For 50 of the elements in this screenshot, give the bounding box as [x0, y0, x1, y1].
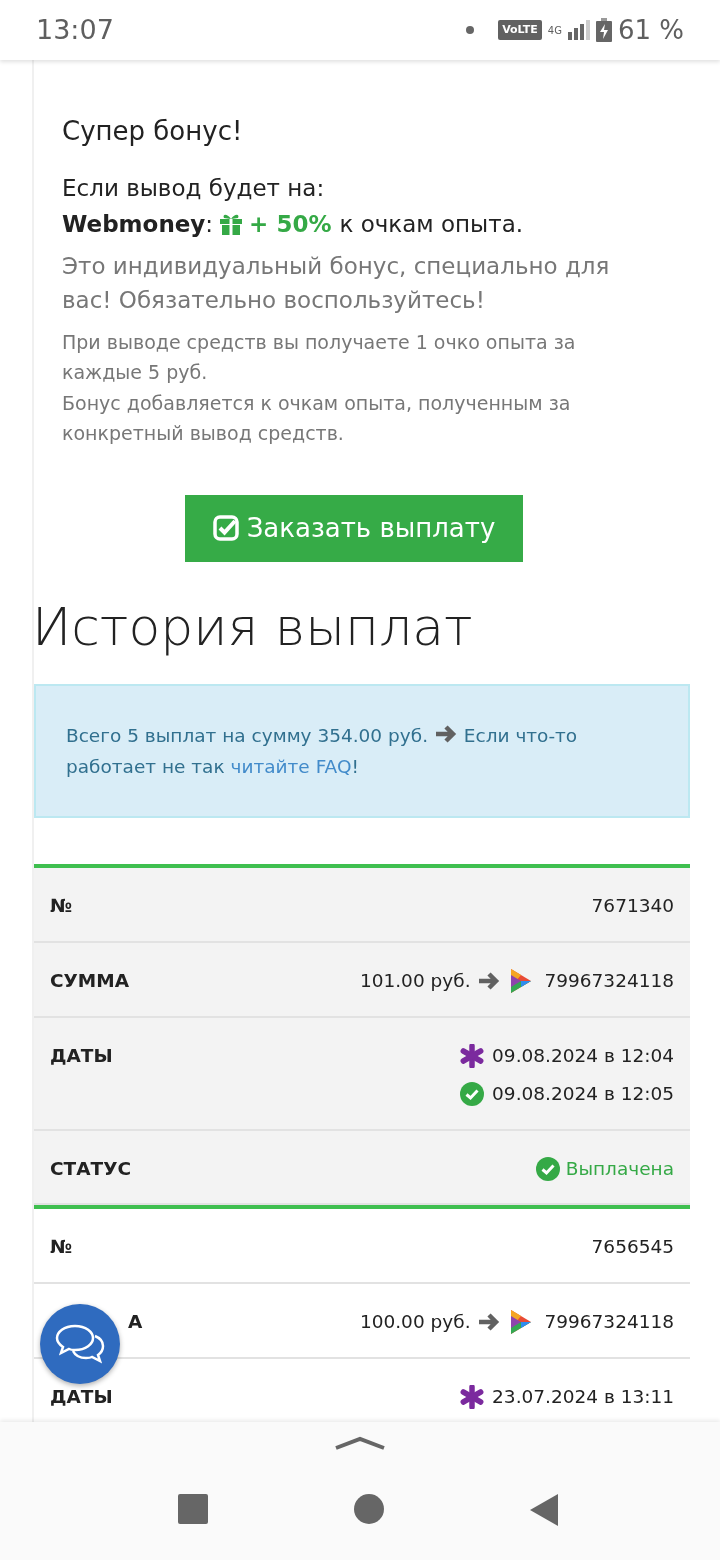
arrow-right-icon [476, 1312, 501, 1333]
payout-amount: 101.00 руб. [359, 969, 471, 994]
account-number: 79967324118 [544, 969, 674, 994]
payout-number: 7656545 [591, 1235, 674, 1260]
bonus-rule: Бонус добавляется к очкам опыта, полученным за конкретный вывод средств. [62, 390, 572, 447]
gift-icon [219, 213, 244, 236]
payout-status: Выплачена [565, 1156, 674, 1181]
notification-dot-icon [466, 26, 475, 34]
row-label: А [128, 1310, 143, 1335]
chat-bubbles-icon [55, 1323, 105, 1365]
back-button[interactable] [530, 1494, 558, 1526]
payment-method: Webmoney: [62, 209, 214, 239]
bonus-description: к очкам опыта. [339, 209, 524, 239]
personal-note: Это индивидуальный бонус, специально для вас! Обязательно воспользуйтесь! [62, 252, 611, 315]
swipe-handle-icon[interactable] [334, 1436, 386, 1450]
date-time: 09.08.2024 в 12:05 [492, 1081, 674, 1106]
bonus-value: + 50% [249, 209, 332, 239]
chat-button[interactable] [40, 1304, 120, 1384]
check-circle-icon [460, 1081, 485, 1106]
date-time: 09.08.2024 в 12:04 [492, 1044, 674, 1069]
order-payout-button[interactable]: Заказать выплату [184, 494, 524, 562]
faq-link[interactable]: читайте FAQ [230, 755, 352, 777]
row-label: СТАТУС [50, 1156, 131, 1181]
payout-number: 7671340 [591, 894, 674, 919]
status-time: 13:07 [36, 12, 114, 47]
asterisk-icon [460, 1385, 485, 1410]
bonus-rule: При выводе средств вы получаете 1 очко опыта за каждые 5 руб. [62, 329, 577, 386]
check-square-icon [212, 515, 239, 542]
info-text: Всего 5 выплат на сумму 354.00 руб. Если что-то работает не так читайте FAQ! [66, 722, 579, 779]
row-label: ДАТЫ [50, 1385, 113, 1410]
bonus-title: Супер бонус! [62, 115, 244, 148]
arrow-right-icon [476, 971, 501, 992]
battery-level: 61 % [617, 13, 684, 47]
history-title: История выплат [32, 595, 474, 659]
date-time: 23.07.2024 в 13:11 [492, 1385, 674, 1410]
row-label: СУММА [50, 969, 129, 994]
arrow-right-icon [433, 723, 458, 744]
account-number: 79967324118 [544, 1310, 674, 1335]
asterisk-icon [460, 1044, 485, 1069]
row-label: ДАТЫ [50, 1044, 113, 1069]
network-type: 4G [547, 23, 562, 38]
bonus-intro: Если вывод будет на: [62, 174, 326, 203]
volte-badge: VoLTE [498, 19, 542, 41]
battery-charging-icon [595, 18, 612, 42]
row-label: № [50, 894, 73, 919]
home-button[interactable] [354, 1494, 384, 1524]
check-circle-icon [535, 1156, 560, 1181]
row-label: № [50, 1235, 73, 1260]
signal-icon [567, 20, 590, 40]
payout-amount: 100.00 руб. [359, 1310, 471, 1335]
